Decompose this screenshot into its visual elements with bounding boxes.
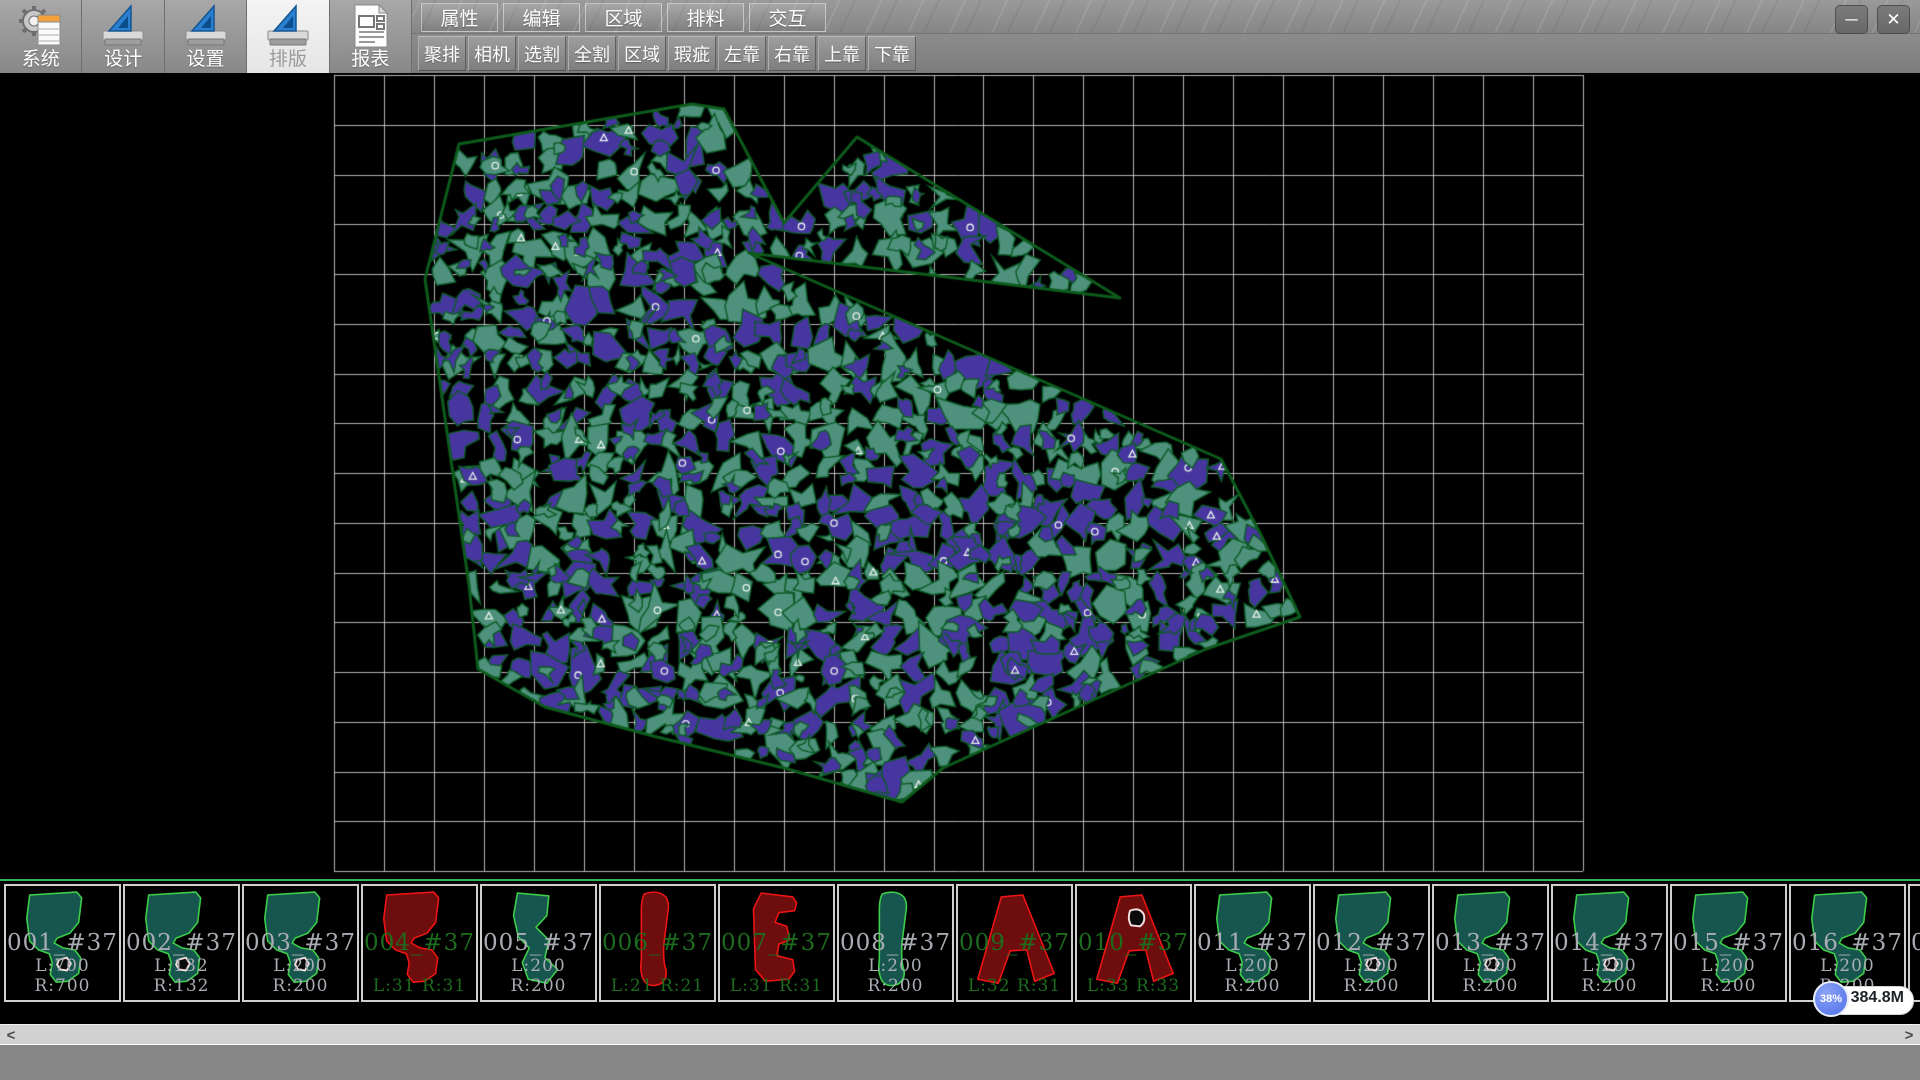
tool-button-cluster-nest[interactable]: 聚排 bbox=[418, 36, 466, 71]
tool-button-select-cut[interactable]: 选割 bbox=[518, 36, 566, 71]
app-button-label: 设计 bbox=[104, 49, 142, 71]
app-button-design[interactable]: 设计 bbox=[82, 0, 164, 73]
piece-id-label: 004_#37 bbox=[363, 930, 476, 956]
piece-count-label: L:200 R:200 bbox=[1553, 956, 1666, 996]
ruler-icon bbox=[263, 3, 313, 49]
piece-id-label: 007_#37 bbox=[720, 930, 833, 956]
app-button-system[interactable]: 系统 bbox=[0, 0, 82, 73]
menu-tab-region[interactable]: 区域 bbox=[585, 3, 662, 32]
scroll-right-arrow-icon[interactable]: > bbox=[1898, 1025, 1920, 1045]
piece-thumbnail-strip: 001_#37L:700 R:700 002_#37L:132 R:132 00… bbox=[0, 881, 1920, 1024]
piece-thumbnail-001_#37[interactable]: 001_#37L:700 R:700 bbox=[4, 884, 121, 1002]
horizontal-scrollbar[interactable]: < > bbox=[0, 1024, 1920, 1044]
piece-count-label: L:32 R:31 bbox=[958, 976, 1071, 996]
piece-id-label: 017_#37 bbox=[1910, 930, 1920, 956]
app-button-nesting[interactable]: 排版 bbox=[247, 0, 329, 73]
piece-count-label: L:31 R:31 bbox=[363, 976, 476, 996]
tool-button-cut-all[interactable]: 全割 bbox=[568, 36, 616, 71]
piece-thumbnail-014_#37[interactable]: 014_#37L:200 R:200 bbox=[1551, 884, 1668, 1002]
piece-thumbnail-004_#37[interactable]: 004_#37 L:31 R:31 bbox=[361, 884, 478, 1002]
app-mode-buttons: 系统 设计 设置 排版 报表 bbox=[0, 0, 412, 73]
piece-id-label: 003_#37 bbox=[244, 930, 357, 956]
app-button-label: 系统 bbox=[22, 49, 60, 71]
piece-id-label: 001_#37 bbox=[6, 930, 119, 956]
piece-thumbnail-008_#37[interactable]: 008_#37L:200 R:200 bbox=[837, 884, 954, 1002]
app-button-settings[interactable]: 设置 bbox=[165, 0, 247, 73]
piece-id-label: 008_#37 bbox=[839, 930, 952, 956]
piece-count-label: L:200 R:200 bbox=[1434, 956, 1547, 996]
piece-thumbnail-012_#37[interactable]: 012_#37L:200 R:200 bbox=[1313, 884, 1430, 1002]
system-icon bbox=[16, 3, 66, 49]
report-icon bbox=[345, 3, 395, 49]
piece-id-label: 002_#37 bbox=[125, 930, 238, 956]
app-button-label: 排版 bbox=[269, 49, 307, 71]
tool-button-snap-bottom[interactable]: 下靠 bbox=[868, 36, 916, 71]
menu-tab-edit[interactable]: 编辑 bbox=[503, 3, 580, 32]
nesting-canvas[interactable] bbox=[0, 73, 1920, 879]
piece-count-label: L:200 R:200 bbox=[1196, 956, 1309, 996]
nesting-app-window: 系统 设计 设置 排版 报表 属性编辑区域排料交互 聚排相机选割全割区域瑕疵左靠… bbox=[0, 0, 1920, 1080]
window-controls: ─ ✕ bbox=[1835, 5, 1910, 34]
scroll-left-arrow-icon[interactable]: < bbox=[0, 1025, 22, 1045]
piece-count-label: L:200 R:200 bbox=[482, 956, 595, 996]
piece-count-label: L:200 R:200 bbox=[244, 956, 357, 996]
piece-count-label: L:200 R:200 bbox=[839, 956, 952, 996]
piece-thumbnail-015_#37[interactable]: 015_#37L:200 R:200 bbox=[1670, 884, 1787, 1002]
piece-thumbnail-011_#37[interactable]: 011_#37L:200 R:200 bbox=[1194, 884, 1311, 1002]
piece-count-label: L:33 R:33 bbox=[1077, 976, 1190, 996]
piece-id-label: 010_#37 bbox=[1077, 930, 1190, 956]
piece-id-label: 015_#37 bbox=[1672, 930, 1785, 956]
piece-thumbnail-005_#37[interactable]: 005_#37L:200 R:200 bbox=[480, 884, 597, 1002]
tool-button-camera[interactable]: 相机 bbox=[468, 36, 516, 71]
app-button-label: 设置 bbox=[187, 49, 225, 71]
piece-id-label: 006_#37 bbox=[601, 930, 714, 956]
menu-tab-interactive[interactable]: 交互 bbox=[749, 3, 826, 32]
menu-tab-nest[interactable]: 排料 bbox=[667, 3, 744, 32]
piece-id-label: 011_#37 bbox=[1196, 930, 1309, 956]
menu-tab-properties[interactable]: 属性 bbox=[421, 3, 498, 32]
piece-count-label: L:200 R:200 bbox=[1910, 956, 1920, 996]
piece-id-label: 014_#37 bbox=[1553, 930, 1666, 956]
piece-thumbnail-003_#37[interactable]: 003_#37L:200 R:200 bbox=[242, 884, 359, 1002]
progress-percent-badge: 38% bbox=[1813, 981, 1849, 1017]
tool-button-region[interactable]: 区域 bbox=[618, 36, 666, 71]
piece-count-label: L:700 R:700 bbox=[6, 956, 119, 996]
tool-button-defect[interactable]: 瑕疵 bbox=[668, 36, 716, 71]
piece-id-label: 009_#37 bbox=[958, 930, 1071, 956]
progress-percent-value: 38% bbox=[1820, 993, 1842, 1005]
piece-thumbnail-009_#37[interactable]: 009_#37 L:32 R:31 bbox=[956, 884, 1073, 1002]
piece-thumbnail-006_#37[interactable]: 006_#37 L:21 R:21 bbox=[599, 884, 716, 1002]
ruler-icon bbox=[181, 3, 231, 49]
piece-count-label: L:200 R:200 bbox=[1315, 956, 1428, 996]
piece-id-label: 005_#37 bbox=[482, 930, 595, 956]
piece-id-label: 013_#37 bbox=[1434, 930, 1547, 956]
piece-thumbnail-017_#37[interactable]: 017_#37L:200 R:200 bbox=[1908, 884, 1920, 1002]
ruler-icon bbox=[98, 3, 148, 49]
app-button-report[interactable]: 报表 bbox=[330, 0, 412, 73]
minimize-button[interactable]: ─ bbox=[1835, 5, 1868, 34]
piece-count-label: L:200 R:200 bbox=[1672, 956, 1785, 996]
piece-count-label: L:31 R:31 bbox=[720, 976, 833, 996]
tool-button-snap-left[interactable]: 左靠 bbox=[718, 36, 766, 71]
piece-count-label: L:21 R:21 bbox=[601, 976, 714, 996]
close-button[interactable]: ✕ bbox=[1877, 5, 1910, 34]
tool-button-bar: 聚排相机选割全割区域瑕疵左靠右靠上靠下靠 bbox=[418, 36, 916, 71]
bottom-window-chrome bbox=[0, 1044, 1920, 1080]
memory-usage-value: 384.8M bbox=[1851, 989, 1904, 1007]
app-button-label: 报表 bbox=[351, 49, 389, 71]
piece-thumbnail-016_#37[interactable]: 016_#37L:200 R:200 bbox=[1789, 884, 1906, 1002]
piece-count-label: L:132 R:132 bbox=[125, 956, 238, 996]
piece-thumbnail-013_#37[interactable]: 013_#37L:200 R:200 bbox=[1432, 884, 1549, 1002]
menu-tab-bar: 属性编辑区域排料交互 bbox=[421, 3, 826, 32]
piece-thumbnail-007_#37[interactable]: 007_#37 L:31 R:31 bbox=[718, 884, 835, 1002]
tool-button-snap-top[interactable]: 上靠 bbox=[818, 36, 866, 71]
piece-thumbnail-010_#37[interactable]: 010_#37 L:33 R:33 bbox=[1075, 884, 1192, 1002]
piece-thumbnail-002_#37[interactable]: 002_#37L:132 R:132 bbox=[123, 884, 240, 1002]
piece-id-label: 016_#37 bbox=[1791, 930, 1904, 956]
piece-id-label: 012_#37 bbox=[1315, 930, 1428, 956]
tool-button-snap-right[interactable]: 右靠 bbox=[768, 36, 816, 71]
